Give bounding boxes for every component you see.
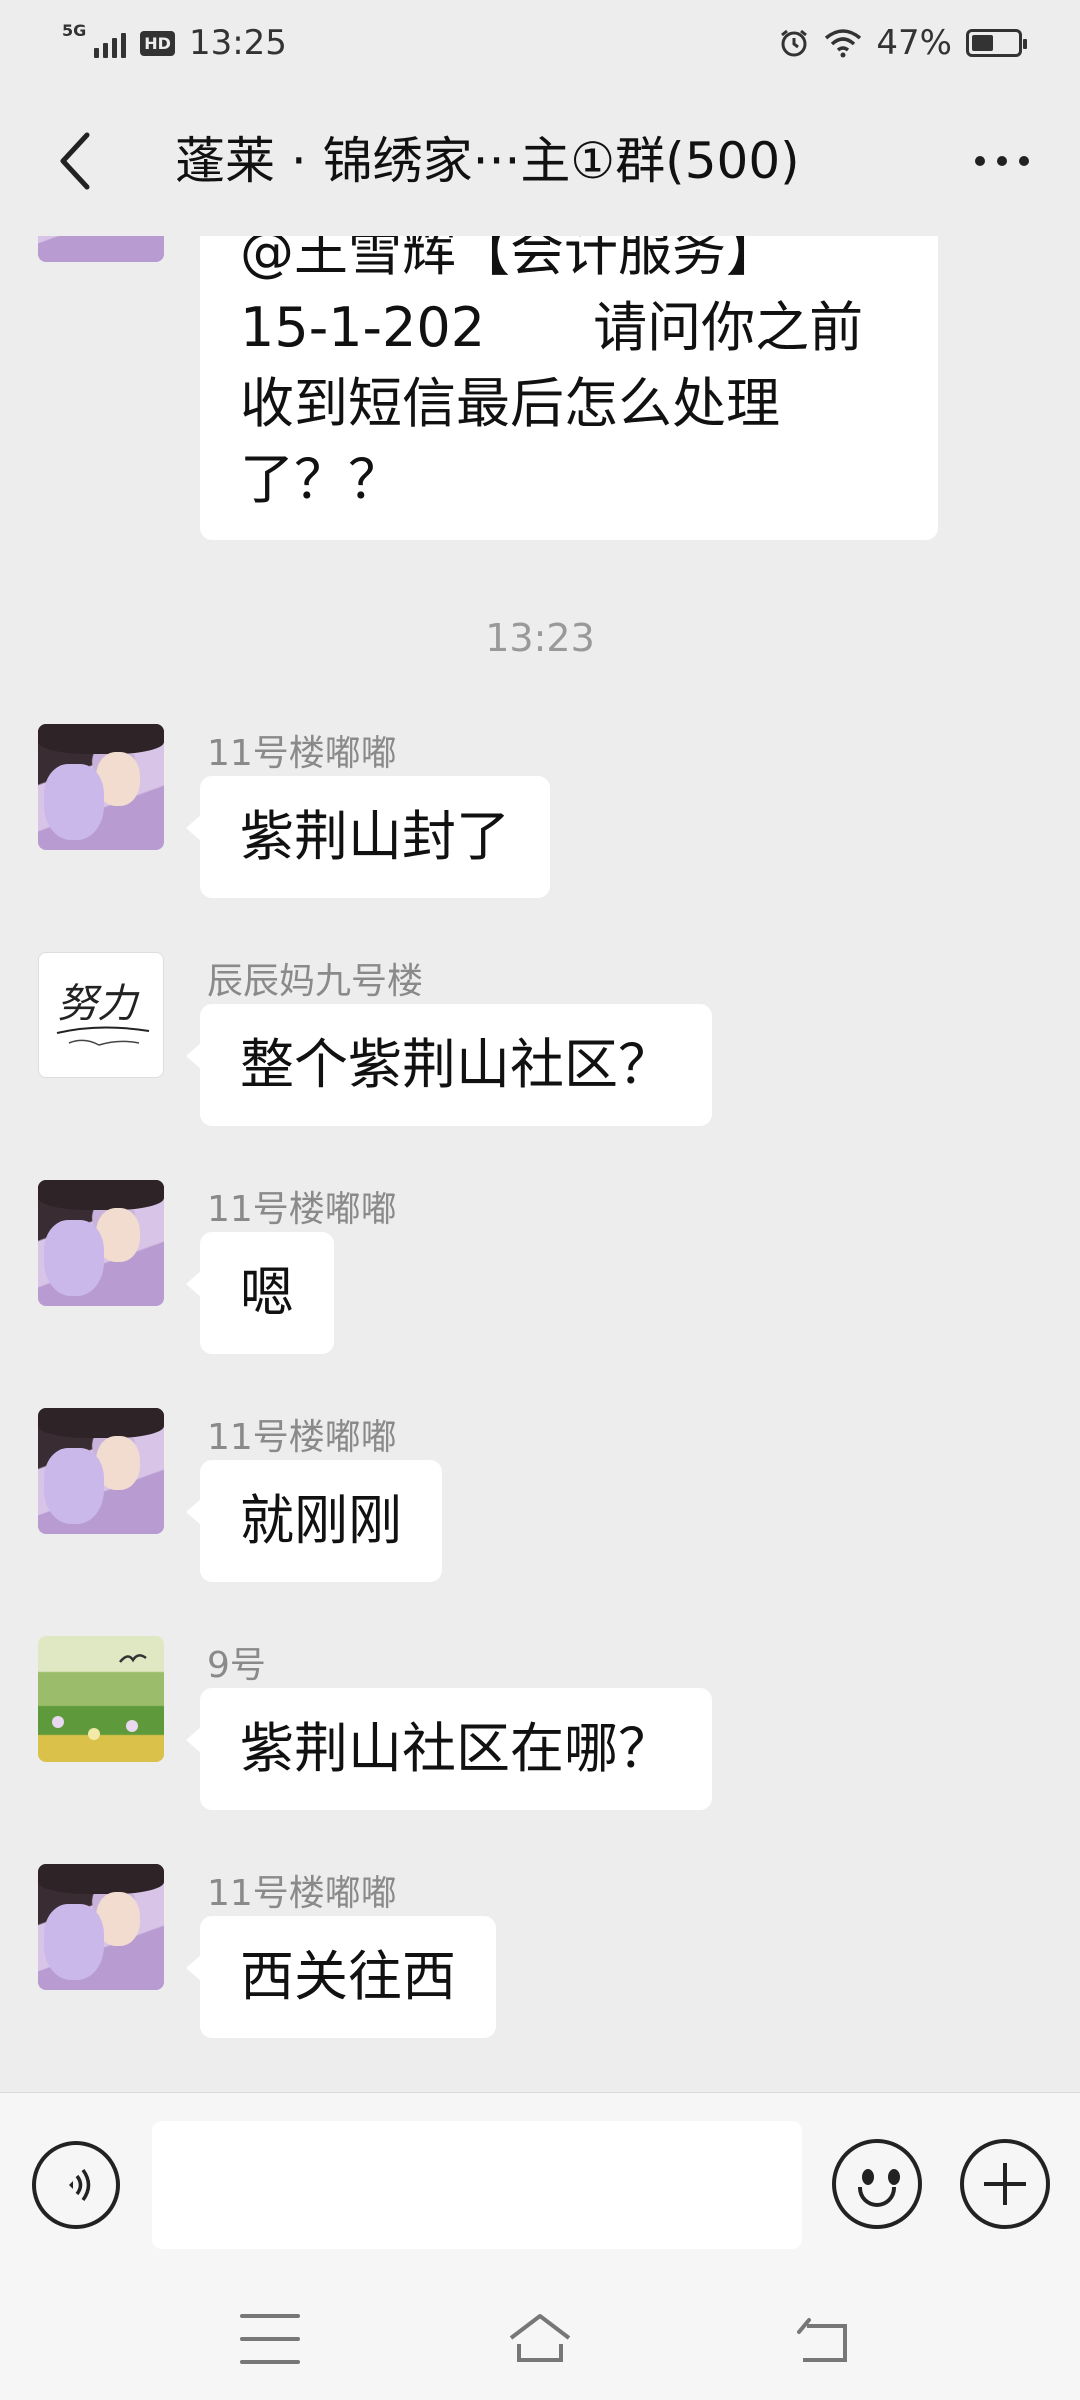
signature-text: 努力	[57, 981, 140, 1027]
hd-badge: HD	[140, 30, 175, 56]
emoji-icon	[862, 2169, 874, 2185]
avatar[interactable]	[38, 1180, 164, 1306]
avatar-flower	[88, 1728, 100, 1740]
battery-percent: 47%	[876, 23, 952, 63]
more-dot	[997, 156, 1007, 166]
more-button[interactable]	[962, 136, 1042, 186]
signature-art: 努力	[56, 981, 150, 1046]
message-line: 了？？	[240, 448, 402, 511]
chat-area[interactable]: @王雪辉【会计服务】 15-1-202 请问你之前 收到短信最后怎么处理 了？？…	[0, 236, 1080, 2092]
status-bar: 5G HD 13:25 47%	[0, 0, 1080, 86]
sender-name: 9号	[207, 1645, 266, 1686]
plus-button[interactable]	[960, 2139, 1050, 2229]
system-nav-bar	[0, 2278, 1080, 2400]
menu-button[interactable]	[240, 2314, 300, 2364]
signal-icon	[94, 28, 127, 58]
sender-name: 辰辰妈九号楼	[207, 961, 424, 1002]
back-button[interactable]	[40, 124, 110, 198]
network-type: 5G	[62, 21, 87, 40]
message-bubble[interactable]: 嗯	[186, 1232, 334, 1354]
menu-line	[240, 2360, 300, 2364]
message-bubble[interactable]: 西关往西	[186, 1916, 496, 2038]
voice-icon	[69, 2168, 91, 2202]
message-bubble[interactable]: 紫荆山社区在哪？	[186, 1688, 712, 1810]
input-bar	[0, 2092, 1080, 2278]
avatar[interactable]: 努力	[38, 952, 164, 1078]
message-bubble[interactable]: 整个紫荆山社区？	[186, 1004, 712, 1126]
voice-button[interactable]	[32, 2141, 120, 2229]
back-icon[interactable]	[795, 2312, 855, 2366]
avatar-hair	[38, 1180, 164, 1210]
chevron-left-icon	[60, 132, 90, 190]
chat-title: 蓬莱 · 锦绣家···主①群(500)	[175, 132, 800, 190]
avatar[interactable]	[38, 1408, 164, 1534]
time-separator: 13:23	[485, 616, 595, 660]
message-line: @王雪辉【会计服务】	[240, 236, 780, 283]
emoji-eye	[888, 2169, 900, 2185]
avatar-bunny	[44, 1448, 104, 1524]
battery-icon	[966, 29, 1027, 57]
sender-name: 11号楼嘟嘟	[207, 1417, 397, 1458]
status-time: 13:25	[188, 23, 287, 63]
more-dots-icon	[975, 156, 985, 166]
message-line: 15-1-202 请问你之前	[240, 296, 864, 359]
avatar[interactable]	[38, 724, 164, 850]
message-line: 收到短信最后怎么处理	[240, 372, 780, 435]
chat-header: 蓬莱 · 锦绣家···主①群(500)	[0, 86, 1080, 236]
bird-icon	[119, 1654, 147, 1663]
phone-screen: 5G HD 13:25 47% 蓬莱 · 锦绣家···主①群(500) @王雪辉…	[0, 0, 1080, 2400]
sender-name: 11号楼嘟嘟	[207, 1873, 397, 1914]
avatar-bunny	[44, 764, 104, 840]
avatar-hair	[38, 1408, 164, 1438]
wifi-icon	[825, 29, 862, 58]
sender-name: 11号楼嘟嘟	[207, 1189, 397, 1230]
more-dot	[1019, 156, 1029, 166]
avatar-bunny	[44, 1220, 104, 1296]
status-right: 47%	[778, 23, 1027, 63]
sender-name: 11号楼嘟嘟	[207, 733, 397, 774]
message-bubble[interactable]: 紫荆山封了	[186, 776, 550, 898]
avatar[interactable]	[38, 1864, 164, 1990]
avatar-flower	[126, 1720, 138, 1732]
alarm-icon	[781, 29, 808, 57]
avatar-bunny	[44, 1904, 104, 1980]
emoji-mouth	[858, 2187, 896, 2207]
message-bubble[interactable]: @王雪辉【会计服务】 15-1-202 请问你之前 收到短信最后怎么处理 了？？	[200, 236, 938, 540]
menu-icon	[240, 2314, 300, 2318]
status-left: 5G HD 13:25	[62, 21, 287, 64]
avatar[interactable]	[38, 1636, 164, 1762]
emoji-button[interactable]	[832, 2139, 922, 2229]
message-input[interactable]	[152, 2121, 802, 2249]
battery-fill	[972, 35, 993, 51]
message-bubble[interactable]: 就刚刚	[186, 1460, 442, 1582]
avatar-flower	[52, 1716, 64, 1728]
menu-line	[240, 2337, 300, 2341]
home-icon[interactable]	[505, 2308, 575, 2368]
avatar[interactable]	[38, 236, 164, 262]
avatar-hair	[38, 1864, 164, 1894]
avatar-hair	[38, 724, 164, 754]
